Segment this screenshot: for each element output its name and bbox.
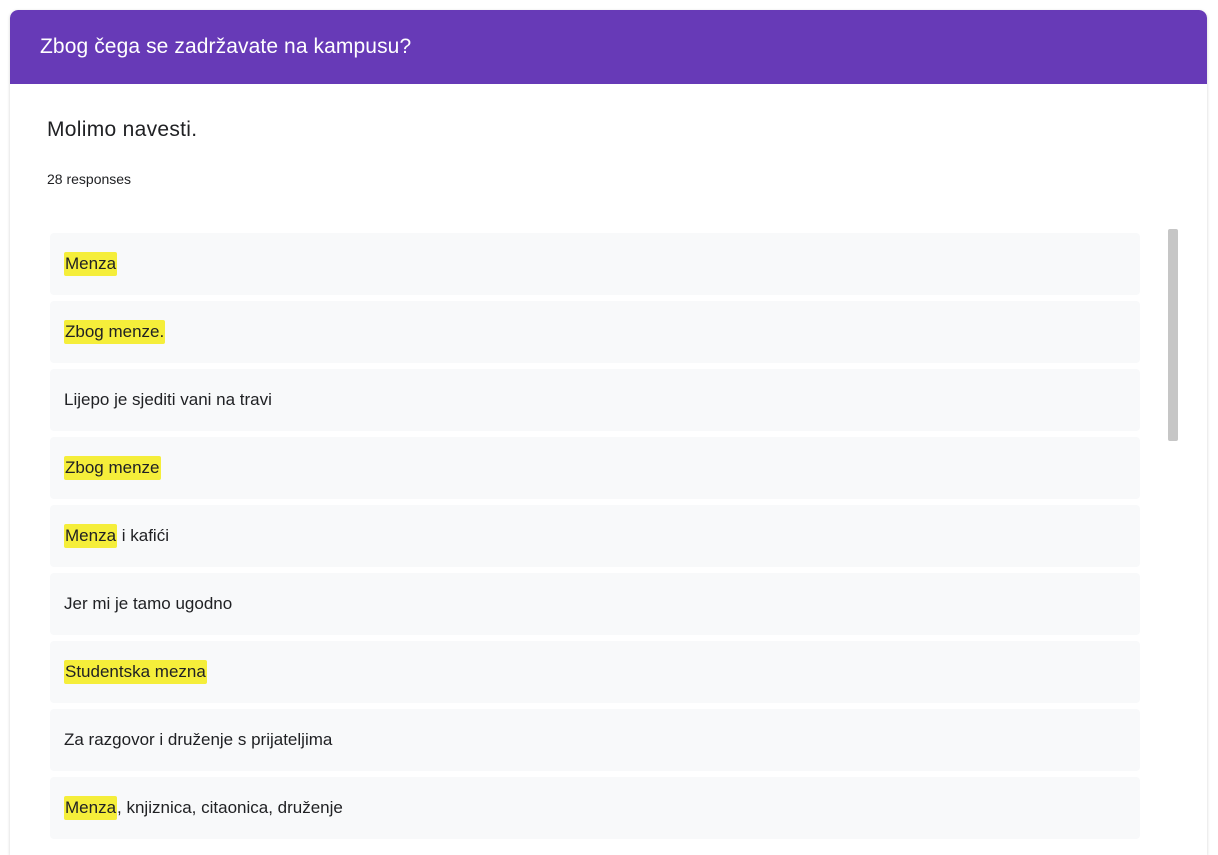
response-count: 28 responses: [47, 171, 132, 187]
highlighted-text: Zbog menze: [64, 456, 161, 480]
response-item: Studentska mezna: [50, 641, 1140, 703]
responses-scrollbar[interactable]: [1164, 229, 1180, 855]
highlighted-text: Menza: [64, 796, 118, 820]
response-text: Za razgovor i druženje s prijateljima: [64, 730, 333, 749]
response-item: Zbog menze.: [50, 301, 1140, 363]
response-item: Menza: [50, 233, 1140, 295]
highlighted-text: Zbog menze.: [64, 320, 166, 344]
question-card: Zbog čega se zadržavate na kampusu? Moli…: [10, 10, 1207, 855]
question-header: Zbog čega se zadržavate na kampusu?: [10, 10, 1207, 84]
response-text: Jer mi je tamo ugodno: [64, 594, 233, 613]
response-text: Lijepo je sjediti vani na travi: [64, 390, 272, 409]
highlighted-text: Menza: [64, 252, 118, 276]
response-item: Jer mi je tamo ugodno: [50, 573, 1140, 635]
response-item: Menza i kafići: [50, 505, 1140, 567]
highlighted-text: Studentska mezna: [64, 660, 207, 684]
response-item: Menza, knjiznica, citaonica, druženje: [50, 777, 1140, 839]
response-text: , knjiznica, citaonica, druženje: [117, 798, 343, 817]
response-item: Lijepo je sjediti vani na travi: [50, 369, 1140, 431]
question-title: Zbog čega se zadržavate na kampusu?: [40, 35, 412, 58]
scrollbar-thumb[interactable]: [1168, 229, 1178, 441]
response-item: Zbog menze: [50, 437, 1140, 499]
highlighted-text: Menza: [64, 524, 118, 548]
response-list: Menza Zbog menze. Lijepo je sjediti vani…: [50, 233, 1140, 845]
response-text: i kafići: [117, 526, 169, 545]
question-description: Molimo navesti.: [47, 118, 198, 141]
response-item: Za razgovor i druženje s prijateljima: [50, 709, 1140, 771]
